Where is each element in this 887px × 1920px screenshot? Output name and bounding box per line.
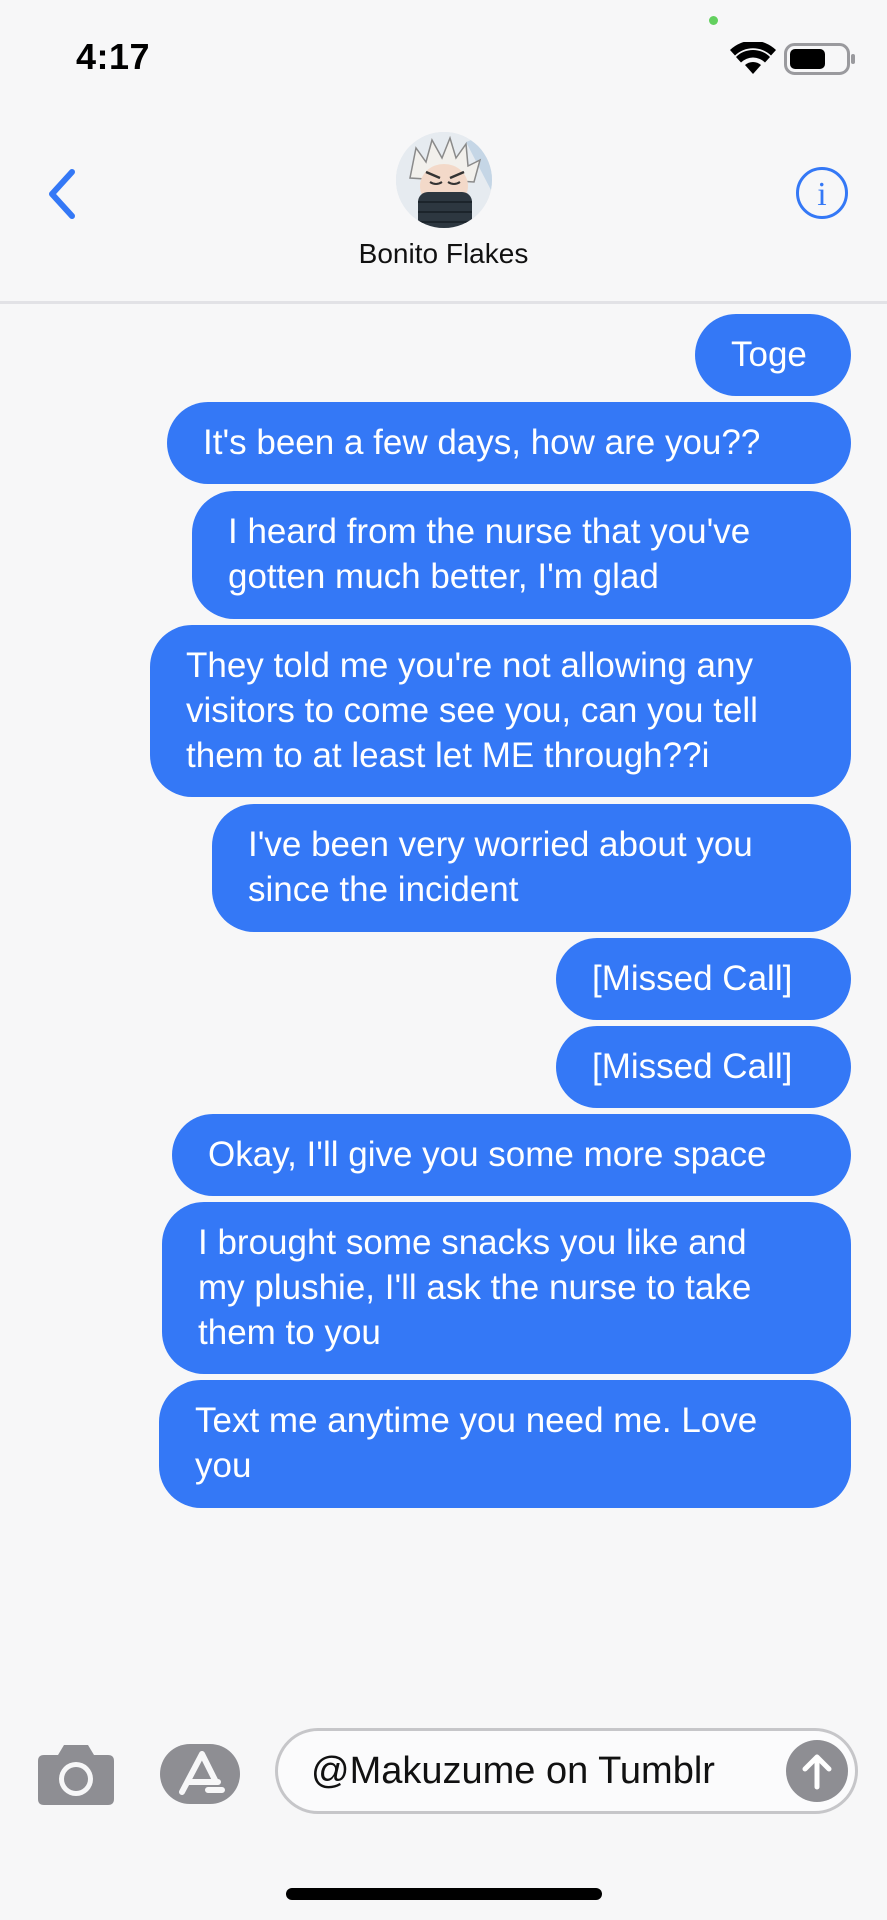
message-bubble[interactable]: I've been very worried about you since t… <box>212 804 851 932</box>
status-bar: 4:17 <box>0 0 887 110</box>
chevron-left-icon <box>49 169 75 219</box>
contact-name[interactable]: Bonito Flakes <box>0 238 887 270</box>
message-bubble[interactable]: Okay, I'll give you some more space <box>172 1114 851 1196</box>
message-bubble[interactable]: Text me anytime you need me. Love you <box>159 1380 851 1508</box>
camera-icon[interactable] <box>36 1741 116 1807</box>
info-icon[interactable]: i <box>795 166 849 220</box>
contact-avatar[interactable] <box>396 132 492 228</box>
message-bubble[interactable]: I brought some snacks you like and my pl… <box>162 1202 851 1374</box>
svg-text:i: i <box>817 176 826 213</box>
battery-icon <box>784 43 855 75</box>
message-bubble[interactable]: I heard from the nurse that you've gotte… <box>192 491 851 619</box>
message-input[interactable]: @Makuzume on Tumblr <box>275 1728 858 1814</box>
message-bubble[interactable]: It's been a few days, how are you?? <box>167 402 851 484</box>
home-indicator[interactable] <box>286 1888 602 1900</box>
privacy-indicator-dot <box>709 16 718 25</box>
message-bubble[interactable]: Toge <box>695 314 851 396</box>
arrow-up-icon <box>802 1754 832 1790</box>
message-bubble[interactable]: [Missed Call] <box>556 1026 851 1108</box>
app-store-icon[interactable] <box>158 1742 242 1806</box>
conversation-header: Bonito Flakes i <box>0 110 887 304</box>
avatar-illustration <box>396 132 492 228</box>
send-button[interactable] <box>786 1740 848 1802</box>
back-button[interactable] <box>38 162 86 226</box>
wifi-icon <box>730 42 776 74</box>
message-bubble[interactable]: [Missed Call] <box>556 938 851 1020</box>
message-input-text[interactable]: @Makuzume on Tumblr <box>311 1750 715 1793</box>
status-time: 4:17 <box>76 36 151 77</box>
message-bubble[interactable]: They told me you're not allowing any vis… <box>150 625 851 797</box>
